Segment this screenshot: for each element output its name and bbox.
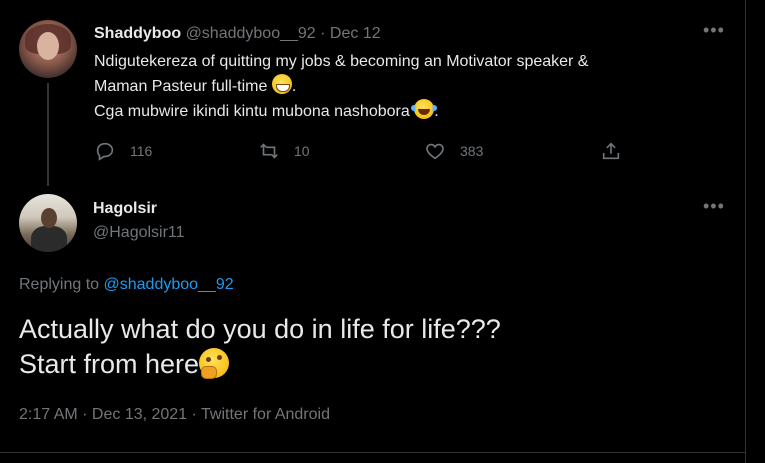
tweet-text-line: Actually what do you do in life for life… — [19, 314, 501, 344]
tweet-text: Actually what do you do in life for life… — [19, 312, 719, 382]
divider — [0, 452, 745, 453]
retweet-count: 10 — [294, 143, 310, 159]
like-count: 383 — [460, 143, 484, 159]
reply-button[interactable]: 116 — [94, 140, 152, 162]
tweet-date[interactable]: Dec 12 — [330, 25, 381, 42]
reply-icon — [96, 142, 114, 161]
tweet-text-segment: Cga mubwire ikindi kintu mubona nashobor… — [94, 103, 410, 120]
thread-connector-line — [47, 83, 49, 186]
handle[interactable]: @Hagolsir11 — [93, 224, 185, 242]
tweet-text-line: Ndigutekereza of quitting my jobs & beco… — [94, 53, 589, 70]
share-icon — [602, 142, 620, 160]
replying-label: Replying to — [19, 276, 100, 293]
replying-to: Replying to @shaddyboo__92 — [19, 276, 234, 294]
retweet-icon — [260, 143, 278, 159]
avatar[interactable] — [19, 194, 77, 252]
tweet-header: Shaddyboo @shaddyboo__92 · Dec 12 — [94, 24, 381, 44]
tears-of-joy-emoji-icon — [411, 99, 438, 119]
tweet-actions: 116 10 383 — [94, 140, 634, 164]
like-button[interactable]: 383 — [424, 140, 483, 162]
tweet-text-segment: . — [291, 78, 297, 95]
tweet-text-line: Cga mubwire ikindi kintu mubona nashobor… — [94, 99, 734, 124]
column-border — [745, 0, 746, 463]
replying-to-link[interactable]: @shaddyboo__92 — [104, 276, 234, 293]
thinking-face-emoji-icon — [199, 348, 230, 379]
separator: · — [320, 25, 326, 42]
avatar[interactable] — [19, 20, 77, 78]
tweet-text-segment: Start from here — [19, 349, 200, 379]
grinning-face-emoji-icon — [271, 74, 292, 94]
tweet-text: Ndigutekereza of quitting my jobs & beco… — [94, 50, 734, 124]
tweet-text-line: Maman Pasteur full-time . — [94, 74, 734, 99]
tweet-text-segment: Maman Pasteur full-time — [94, 78, 268, 95]
tweet-text-line: Start from here — [19, 347, 719, 382]
tweet-timestamp[interactable]: 2:17 AM · Dec 13, 2021 · Twitter for And… — [19, 406, 330, 424]
reply-count: 116 — [130, 143, 153, 159]
more-options-icon[interactable]: ••• — [703, 20, 725, 41]
heart-icon — [426, 143, 444, 160]
handle[interactable]: @shaddyboo__92 — [186, 25, 316, 42]
display-name[interactable]: Shaddyboo — [94, 25, 181, 42]
more-options-icon[interactable]: ••• — [703, 196, 725, 217]
display-name[interactable]: Hagolsir — [93, 200, 157, 218]
share-button[interactable] — [600, 140, 636, 162]
retweet-button[interactable]: 10 — [258, 140, 310, 162]
